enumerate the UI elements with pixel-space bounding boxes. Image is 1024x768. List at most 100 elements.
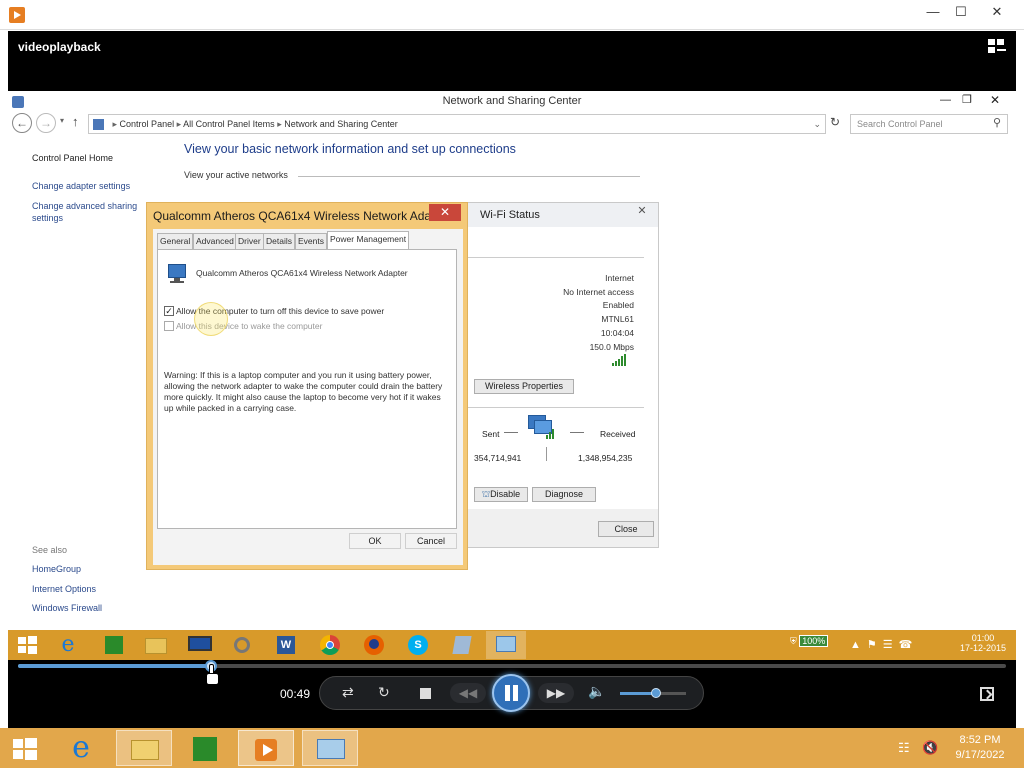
divider — [546, 447, 547, 461]
allow-wake-checkbox[interactable] — [164, 321, 174, 331]
bytes-sent-value: 354,714,941 — [474, 453, 522, 463]
signal-strength-icon — [612, 354, 628, 366]
close-button[interactable]: ✕ — [980, 0, 1014, 24]
refresh-icon[interactable]: ↻ — [830, 115, 840, 129]
breadcrumb-item[interactable]: All Control Panel Items — [183, 119, 275, 129]
internet-explorer-icon[interactable]: e — [56, 730, 106, 766]
playback-controls: 00:49 ⇄ ↻ ◀◀ ▶▶ 🔈 — [8, 660, 1016, 728]
windows-start-icon — [8, 631, 48, 659]
media-state-value: Enabled — [602, 300, 634, 310]
next-icon[interactable]: ▶▶ — [538, 683, 574, 703]
maximize-button[interactable]: ☐ — [944, 0, 978, 24]
homegroup-link[interactable]: HomeGroup — [32, 564, 81, 574]
wireless-properties-button[interactable]: Wireless Properties — [474, 379, 574, 394]
divider — [504, 432, 518, 433]
shield-icon: ⛫ — [481, 489, 491, 499]
adapter-properties-close-icon[interactable]: ✕ — [429, 204, 461, 221]
tab-advanced[interactable]: Advanced — [193, 233, 237, 249]
windows-firewall-link[interactable]: Windows Firewall — [32, 603, 102, 613]
stop-icon[interactable] — [420, 688, 431, 699]
cp-minimize-button[interactable]: — — [940, 94, 951, 106]
internet-explorer-icon: e — [61, 632, 75, 657]
up-arrow-icon[interactable]: ↑ — [72, 114, 79, 129]
switch-to-library-icon[interactable] — [980, 687, 994, 701]
forward-arrow-icon[interactable]: → — [36, 113, 56, 133]
duration-value: 10:04:04 — [600, 328, 634, 338]
store-icon — [94, 631, 134, 659]
shield-icon: ⛨ — [790, 636, 797, 646]
tab-driver[interactable]: Driver — [235, 233, 264, 249]
network-settings-task-icon[interactable] — [302, 730, 358, 766]
media-player-task-icon[interactable] — [238, 730, 294, 766]
control-panel-titlebar: Network and Sharing Center — ❐ ✕ — [8, 92, 1016, 112]
disable-button[interactable]: ⛫Disable — [474, 487, 528, 502]
file-explorer-icon[interactable] — [116, 730, 172, 766]
tab-events[interactable]: Events — [295, 233, 327, 249]
word-icon: W — [266, 631, 306, 659]
volume-muted-tray-icon[interactable]: 🔇 — [922, 740, 938, 756]
clock[interactable]: 8:52 PM 9/17/2022 — [950, 734, 1010, 761]
control-panel-title: Network and Sharing Center — [442, 95, 582, 107]
volume-icon[interactable]: 🔈 — [588, 683, 605, 700]
system-tray-icons: ▲⚑☰☎ — [850, 639, 919, 651]
recorded-taskbar: e W S ⛨ 100% ▲⚑☰☎ 01:00 17-12-2015 — [8, 630, 1016, 660]
recent-locations-icon[interactable]: ▾ — [60, 116, 64, 125]
dialog-body: General Advanced Driver Details Events P… — [153, 229, 463, 565]
breadcrumb-item[interactable]: Network and Sharing Center — [284, 119, 398, 129]
cp-close-button[interactable]: ✕ — [990, 93, 1000, 107]
bytes-received-value: 1,348,954,235 — [578, 453, 633, 463]
divider — [570, 432, 584, 433]
chrome-icon — [310, 631, 350, 659]
battery-indicator: ⛨ 100% — [790, 635, 830, 650]
taskbar: e ☷ 🔇 8:52 PM 9/17/2022 — [0, 728, 1024, 768]
network-adapter-icon — [166, 264, 190, 286]
window-titlebar: — ☐ ✕ — [0, 0, 1024, 30]
clock-time: 8:52 PM — [959, 734, 1001, 746]
search-input[interactable]: Search Control Panel — [850, 114, 1008, 134]
shuffle-icon[interactable]: ⇄ — [342, 684, 354, 701]
playlist-grid-icon[interactable] — [988, 39, 1006, 55]
change-adapter-settings-link[interactable]: Change adapter settings — [32, 181, 130, 191]
volume-slider[interactable] — [620, 688, 686, 698]
wifi-status-titlebar: Wi-Fi Status ✕ — [464, 203, 658, 227]
firefox-icon — [354, 631, 394, 659]
allow-turn-off-checkbox[interactable]: ✓ — [164, 306, 174, 316]
wifi-status-title: Wi-Fi Status — [480, 209, 540, 221]
tab-general[interactable]: General — [157, 233, 194, 249]
tab-details[interactable]: Details — [263, 233, 295, 249]
seek-bar[interactable] — [18, 660, 1006, 672]
previous-icon[interactable]: ◀◀ — [450, 683, 486, 703]
store-icon[interactable] — [180, 730, 230, 766]
hand-cursor-icon — [206, 664, 220, 688]
volume-thumb[interactable] — [651, 688, 662, 698]
tab-power-management[interactable]: Power Management — [327, 231, 410, 249]
address-bar-row: ← → ▾ ↑ ▸ Control Panel ▸ All Control Pa… — [8, 113, 1016, 135]
close-dialog-button[interactable]: Close — [598, 521, 654, 537]
back-arrow-icon[interactable]: ← — [12, 113, 32, 133]
controls-pill: ⇄ ↻ ◀◀ ▶▶ 🔈 — [319, 674, 704, 712]
breadcrumb-item[interactable]: Control Panel — [120, 119, 175, 129]
divider — [298, 176, 640, 177]
wifi-status-close-icon[interactable]: ✕ — [630, 204, 654, 220]
cp-maximize-button[interactable]: ❐ — [962, 93, 972, 106]
pause-button[interactable] — [492, 674, 530, 712]
internet-options-link[interactable]: Internet Options — [32, 584, 96, 594]
repeat-icon[interactable]: ↻ — [378, 684, 390, 701]
received-label: Received — [600, 429, 636, 439]
change-advanced-sharing-link[interactable]: Change advanced sharing settings — [32, 200, 144, 224]
network-settings-icon — [486, 631, 526, 659]
address-dropdown-icon[interactable]: ⌄ — [813, 115, 821, 133]
ok-button[interactable]: OK — [349, 533, 401, 549]
elapsed-time: 00:49 — [280, 687, 311, 701]
file-explorer-icon — [136, 631, 176, 659]
search-icon[interactable]: ⚲ — [993, 116, 1001, 129]
page-title: View your basic network information and … — [184, 142, 516, 156]
network-tray-icon[interactable]: ☷ — [898, 740, 910, 756]
diagnose-button[interactable]: Diagnose — [532, 487, 596, 502]
start-button[interactable] — [0, 730, 50, 766]
address-box[interactable]: ▸ Control Panel ▸ All Control Panel Item… — [88, 114, 826, 134]
notepad-icon — [442, 631, 482, 659]
see-also-label: See also — [32, 545, 68, 555]
control-panel-home-link[interactable]: Control Panel Home — [32, 153, 113, 163]
cancel-button[interactable]: Cancel — [405, 533, 457, 549]
